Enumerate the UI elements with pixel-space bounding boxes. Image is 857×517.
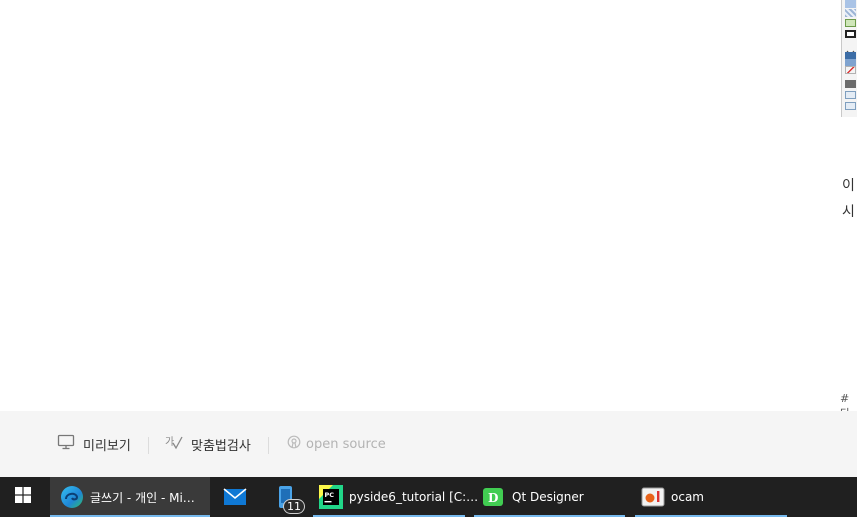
- text-box-tool-icon[interactable]: [845, 91, 856, 99]
- taskbar-item-label: ocam: [671, 490, 704, 504]
- pattern-tool-icon[interactable]: [845, 9, 856, 17]
- chevron-down-icon[interactable]: [845, 41, 856, 56]
- text-style-tool-icon[interactable]: [845, 102, 856, 110]
- divider: [268, 437, 269, 454]
- pycharm-icon: PC: [319, 485, 343, 509]
- side-toolbar: [841, 0, 857, 117]
- svg-text:PC: PC: [325, 491, 335, 499]
- frame-tool-icon[interactable]: [845, 30, 856, 38]
- taskbar-item-mail[interactable]: [214, 477, 256, 517]
- taskbar-item-qt-designer[interactable]: D Qt Designer: [474, 477, 625, 517]
- editor-footer: 미리보기 가 맞춤법검사 open source: [0, 411, 857, 477]
- taskbar-item-label: 글쓰기 - 개인 - Mi…: [90, 490, 195, 505]
- spellcheck-button[interactable]: 가 맞춤법검사: [165, 433, 251, 455]
- svg-text:D: D: [488, 491, 498, 505]
- hatch-tool-icon[interactable]: [845, 0, 856, 8]
- taskbar: 글쓰기 - 개인 - Mi… 11 PC pyside6_tutorial [C…: [0, 477, 857, 517]
- svg-text:가: 가: [165, 436, 174, 448]
- line-tool-icon[interactable]: [845, 66, 856, 74]
- mail-icon: [223, 485, 247, 509]
- taskbar-item-phone-link[interactable]: 11: [262, 477, 308, 517]
- divider: [148, 437, 149, 454]
- taskbar-item-ocam[interactable]: ocam: [635, 477, 787, 517]
- monitor-icon: [57, 434, 75, 454]
- preview-button[interactable]: 미리보기: [57, 433, 131, 455]
- start-button[interactable]: [0, 477, 46, 517]
- image-tool-icon[interactable]: [845, 19, 856, 27]
- windows-logo-icon: [15, 487, 31, 507]
- open-source-icon: [287, 435, 301, 453]
- box-tool-icon[interactable]: [845, 80, 856, 88]
- preview-label: 미리보기: [83, 438, 131, 454]
- ocam-icon: [641, 485, 665, 509]
- content-fragment: 이: [842, 178, 855, 194]
- notification-badge: 11: [283, 499, 305, 514]
- open-source-link[interactable]: open source: [287, 433, 386, 455]
- qt-designer-icon: D: [482, 485, 506, 509]
- taskbar-item-label: pyside6_tutorial [C:…: [349, 490, 479, 504]
- taskbar-item-label: Qt Designer: [512, 490, 584, 504]
- open-source-label: open source: [306, 436, 386, 452]
- spellcheck-icon: 가: [165, 434, 183, 454]
- spellcheck-label: 맞춤법검사: [191, 438, 251, 454]
- edge-icon: [60, 485, 84, 509]
- phone-link-icon: 11: [273, 485, 305, 514]
- taskbar-item-edge[interactable]: 글쓰기 - 개인 - Mi…: [50, 477, 210, 517]
- content-fragment: 시: [842, 204, 855, 220]
- taskbar-item-pycharm[interactable]: PC pyside6_tutorial [C:…: [313, 477, 478, 517]
